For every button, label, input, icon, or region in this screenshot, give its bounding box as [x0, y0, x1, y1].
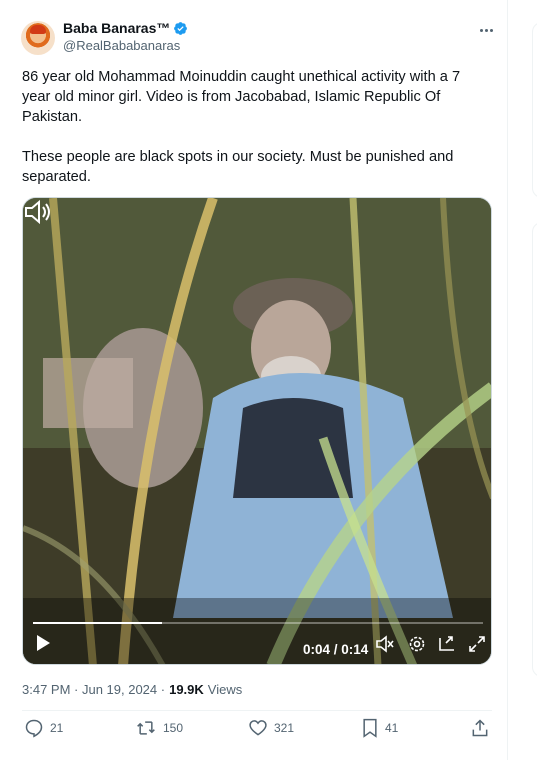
author-handle[interactable]: @RealBababanaras [63, 38, 180, 53]
play-icon[interactable] [35, 634, 51, 652]
video-frame [23, 198, 491, 664]
tweet-paragraph: 86 year old Mohammad Moinuddin caught un… [22, 69, 461, 125]
fullscreen-icon[interactable] [467, 634, 487, 654]
repost-button[interactable]: 150 [135, 718, 183, 738]
more-icon [479, 28, 483, 32]
like-icon [249, 720, 267, 736]
pip-icon[interactable] [437, 634, 457, 654]
divider [22, 710, 492, 711]
tweet-meta: 3:47 PM · Jun 19, 2024 · 19.9K Views [22, 682, 242, 697]
video-progress-bar[interactable] [33, 622, 483, 624]
share-button[interactable] [470, 718, 490, 738]
views-label: Views [207, 682, 243, 697]
tweet-article: Baba Banaras™ @RealBababanaras 86 year o… [0, 0, 508, 760]
mute-icon[interactable] [375, 634, 395, 654]
volume-icon[interactable] [23, 198, 53, 226]
video-progress-fill [33, 622, 162, 624]
video-player[interactable]: 0:04 / 0:14 [22, 197, 492, 665]
author-name[interactable]: Baba Banaras™ [63, 20, 170, 36]
like-count: 321 [274, 721, 295, 735]
sidebar-card [532, 222, 537, 677]
reply-icon [25, 719, 43, 738]
sidebar-card [532, 22, 537, 198]
author-name-row[interactable]: Baba Banaras™ [63, 20, 188, 36]
bookmark-button[interactable]: 41 [361, 718, 398, 738]
video-time: 0:04 / 0:14 [303, 642, 369, 657]
bookmark-count: 41 [385, 721, 399, 735]
reply-count: 21 [50, 721, 64, 735]
tweet-timestamp[interactable]: 3:47 PM · Jun 19, 2024 · [22, 682, 165, 697]
settings-icon[interactable] [407, 634, 427, 654]
like-button[interactable]: 321 [248, 718, 294, 738]
more-button[interactable] [476, 22, 496, 38]
tweet-paragraph: These people are black spots in our soci… [22, 149, 454, 185]
repost-icon [137, 721, 155, 735]
bookmark-icon [363, 718, 377, 738]
repost-count: 150 [163, 721, 184, 735]
reply-button[interactable]: 21 [24, 718, 63, 738]
share-icon [472, 719, 488, 737]
video-controls: 0:04 / 0:14 [23, 634, 491, 662]
views-count: 19.9K [169, 682, 204, 697]
avatar[interactable] [21, 21, 55, 55]
tweet-text: 86 year old Mohammad Moinuddin caught un… [22, 67, 487, 207]
action-bar: 21 150 321 41 [22, 718, 492, 744]
verified-icon [174, 21, 188, 35]
